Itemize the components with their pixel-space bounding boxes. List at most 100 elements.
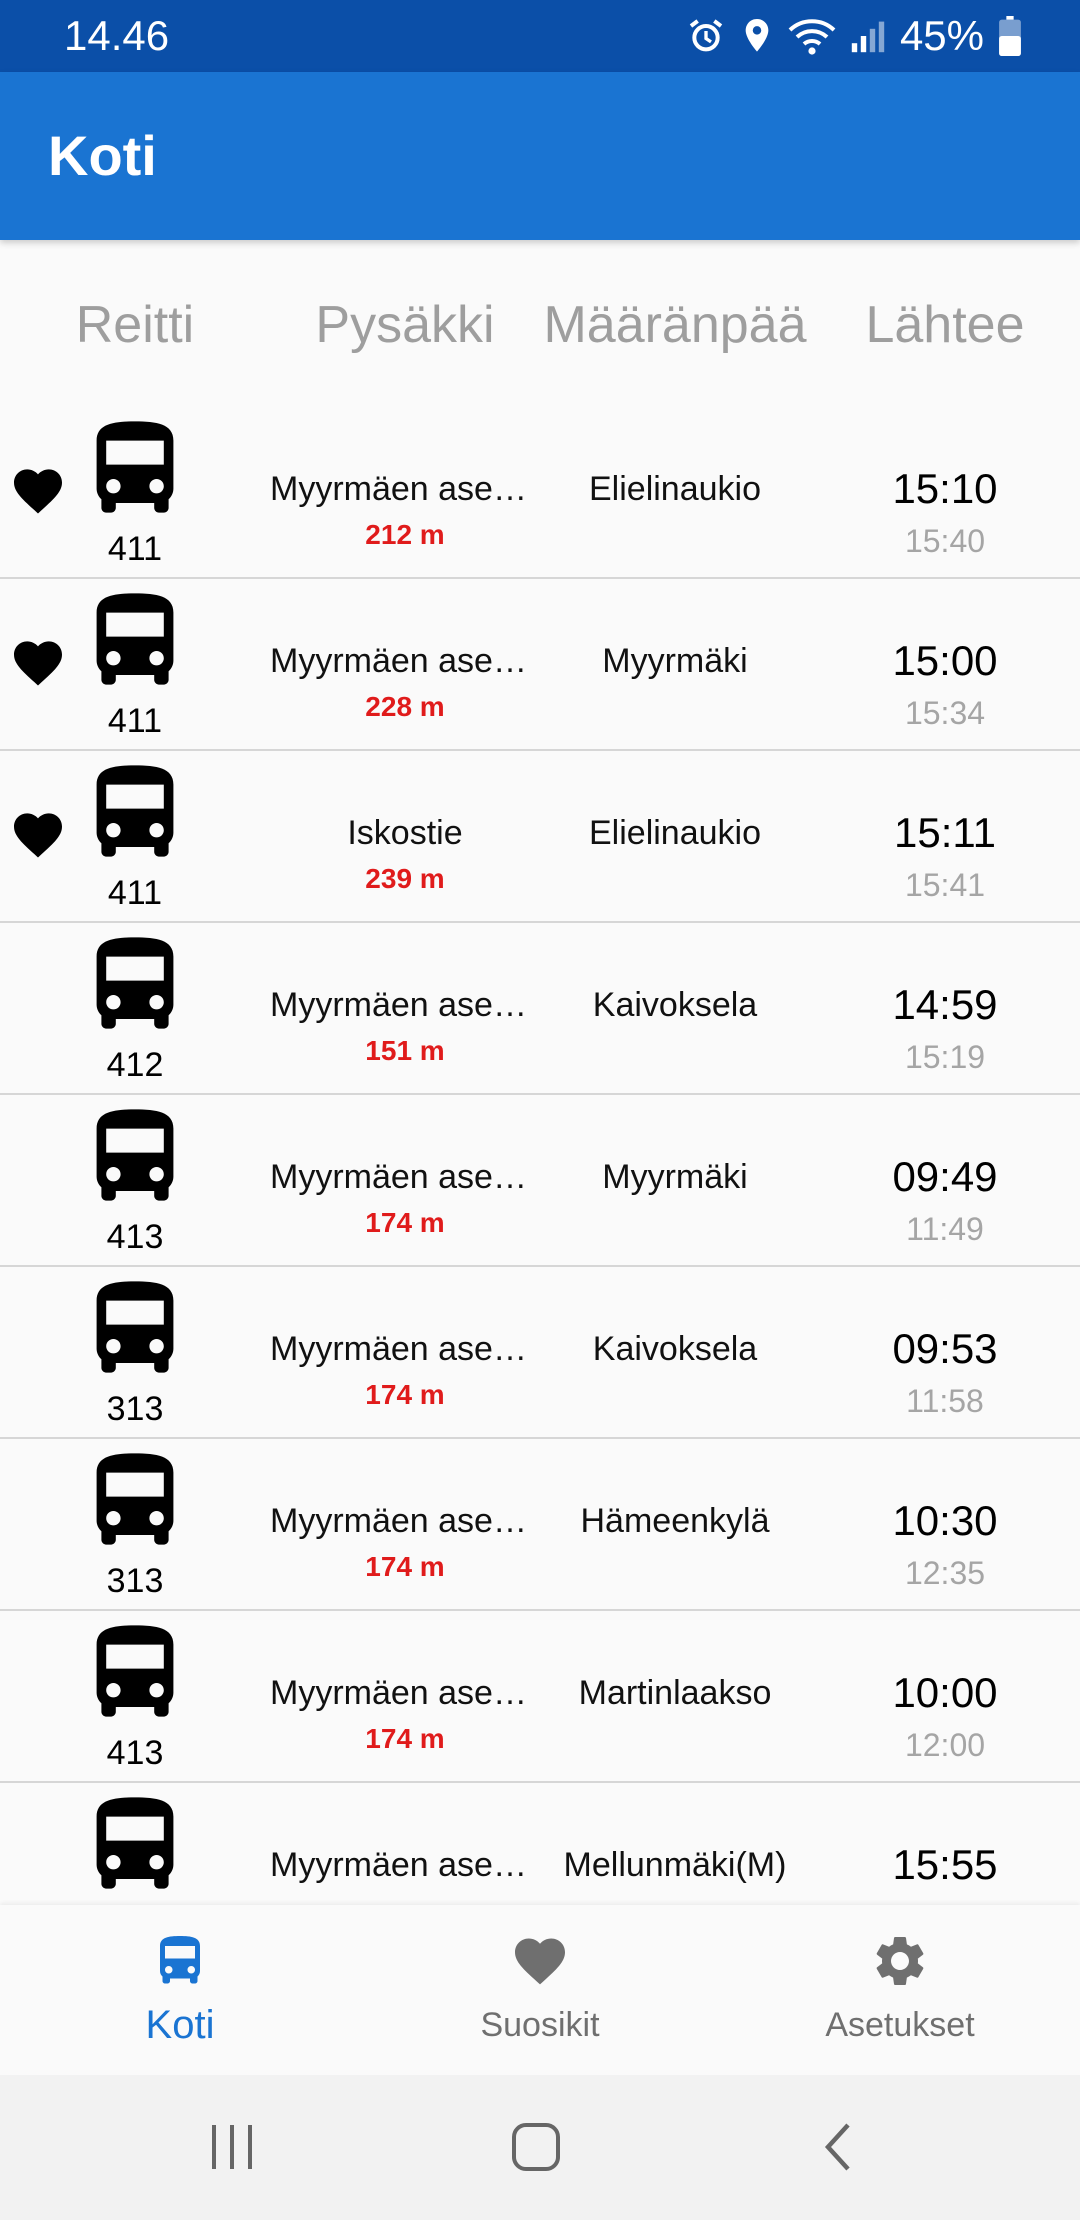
next-departure-time: 15:19 xyxy=(904,1039,986,1075)
stop-name: Myyrmäen asema xyxy=(270,642,540,680)
departure-row[interactable]: 412 Myyrmäen asema 151 m Kaivoksela 14:59 15:… xyxy=(0,923,1080,1095)
departure-row[interactable]: 411 Iskostie 239 m Elielinaukio 15:11 15:41 xyxy=(0,751,1080,923)
stop-name: Myyrmäen asema xyxy=(270,1158,540,1196)
stop-distance: 228 m xyxy=(365,691,445,722)
stop-name: Iskostie xyxy=(347,814,463,852)
bus-icon xyxy=(96,1109,174,1201)
stop-distance: 151 m xyxy=(365,1035,445,1066)
departure-time: 15:10 xyxy=(892,465,998,512)
bus-icon xyxy=(96,421,174,513)
nav-label-asetukset: Asetukset xyxy=(825,2006,975,2044)
stop-name: Myyrmäen asema xyxy=(270,1502,540,1540)
next-departure-time: 12:35 xyxy=(904,1555,986,1591)
departure-row[interactable]: 313 Myyrmäen asema 174 m Hämeenkylä 10:30 12:… xyxy=(0,1439,1080,1611)
stop-name: Myyrmäen asema xyxy=(270,986,540,1024)
destination: Myyrmäki xyxy=(602,1158,748,1196)
next-departure-time: 15:40 xyxy=(904,523,986,559)
column-header-departs: Lähtee xyxy=(865,296,1025,354)
bus-icon xyxy=(96,1453,174,1545)
nav-tab-koti[interactable]: Koti xyxy=(0,1905,360,2075)
bus-icon xyxy=(96,593,174,685)
departure-time: 15:11 xyxy=(894,809,996,856)
destination: Elielinaukio xyxy=(589,470,761,508)
departure-time: 10:30 xyxy=(892,1497,998,1544)
destination: Myyrmäki xyxy=(602,642,748,680)
destination: Mellunmäki(M) xyxy=(563,1846,787,1884)
next-departure-time: 11:58 xyxy=(906,1383,984,1419)
battery-icon xyxy=(999,16,1021,56)
recents-icon[interactable] xyxy=(208,2121,258,2173)
departure-row[interactable]: 411 Myyrmäen asema 228 m Myyrmäki 15:00 15:34 xyxy=(0,579,1080,751)
departure-row[interactable]: Myyrmäen asema Mellunmäki(M) 15:55 xyxy=(0,1783,1080,1905)
departure-row[interactable]: 413 Myyrmäen asema 174 m Martinlaakso 10:00 1… xyxy=(0,1611,1080,1783)
departure-time: 09:53 xyxy=(892,1325,998,1372)
stop-name: Myyrmäen asema xyxy=(270,470,540,508)
nav-label-suosikit: Suosikit xyxy=(480,2006,600,2044)
stop-distance: 174 m xyxy=(365,1207,445,1238)
heart-icon xyxy=(515,1938,565,1985)
home-icon[interactable] xyxy=(510,2121,562,2173)
stop-distance: 212 m xyxy=(365,519,445,550)
destination: Kaivoksela xyxy=(592,1330,758,1368)
route-number: 313 xyxy=(106,1390,164,1428)
status-icons: 45% xyxy=(686,8,1022,64)
system-navigation-bar xyxy=(0,2075,1080,2220)
nav-label-koti: Koti xyxy=(145,2003,215,2047)
next-departure-time: 15:41 xyxy=(904,867,986,903)
bus-icon xyxy=(96,1625,174,1717)
status-time: 14.46 xyxy=(64,12,170,59)
stop-distance: 174 m xyxy=(365,1379,445,1410)
stop-distance: 239 m xyxy=(365,863,445,894)
next-departure-time: 12:00 xyxy=(904,1727,986,1763)
stop-name: Myyrmäen asema xyxy=(270,1330,540,1368)
destination: Kaivoksela xyxy=(592,986,758,1024)
stop-name: Myyrmäen asema xyxy=(270,1846,540,1884)
stop-distance: 174 m xyxy=(365,1551,445,1582)
app-bar: Koti xyxy=(0,72,1080,240)
next-departure-time: 11:49 xyxy=(906,1211,984,1247)
bus-icon xyxy=(96,937,174,1029)
column-headers: Reitti Pysäkki Määränpää Lähtee xyxy=(0,290,1080,360)
column-header-route: Reitti xyxy=(75,296,195,354)
heart-icon[interactable] xyxy=(12,639,64,687)
departure-row[interactable]: 313 Myyrmäen asema 174 m Kaivoksela 09:53 11:… xyxy=(0,1267,1080,1439)
departure-time: 15:00 xyxy=(892,637,998,684)
bus-icon xyxy=(96,1281,174,1373)
route-number: 411 xyxy=(107,530,163,568)
nav-tab-suosikit[interactable]: Suosikit xyxy=(360,1905,720,2075)
route-number: 412 xyxy=(106,1046,164,1084)
gear-icon xyxy=(876,1937,924,1985)
route-number: 313 xyxy=(106,1562,164,1600)
wifi-icon xyxy=(788,19,836,55)
bus-icon xyxy=(96,765,174,857)
back-icon[interactable] xyxy=(820,2121,856,2173)
next-departure-time: 15:34 xyxy=(904,695,986,731)
route-number: 413 xyxy=(106,1734,164,1772)
route-number: 411 xyxy=(107,702,163,740)
status-bar: 14.46 45% xyxy=(0,0,1080,72)
destination: Hämeenkylä xyxy=(580,1502,770,1540)
bottom-navigation: Koti Suosikit Asetukset xyxy=(0,1905,1080,2075)
departure-list[interactable]: 411 Myyrmäen asema 212 m Elielinaukio 15:10 1… xyxy=(0,407,1080,1905)
heart-icon[interactable] xyxy=(12,467,64,515)
destination: Martinlaakso xyxy=(578,1674,772,1712)
departure-time: 14:59 xyxy=(892,981,998,1028)
bus-icon xyxy=(96,1797,174,1889)
route-number: 411 xyxy=(107,874,163,912)
departure-time: 15:55 xyxy=(892,1841,998,1888)
location-icon xyxy=(745,19,769,52)
departure-row[interactable]: 413 Myyrmäen asema 174 m Myyrmäki 09:49 11:49 xyxy=(0,1095,1080,1267)
stop-name: Myyrmäen asema xyxy=(270,1674,540,1712)
battery-percent: 45% xyxy=(899,12,984,59)
stop-distance: 174 m xyxy=(365,1723,445,1754)
destination: Elielinaukio xyxy=(589,814,761,852)
column-header-stop: Pysäkki xyxy=(315,296,495,354)
departure-row[interactable]: 411 Myyrmäen asema 212 m Elielinaukio 15:10 1… xyxy=(0,407,1080,579)
column-header-destination: Määränpää xyxy=(543,296,807,354)
page-title: Koti xyxy=(48,124,157,187)
nav-tab-asetukset[interactable]: Asetukset xyxy=(720,1905,1080,2075)
departure-time: 10:00 xyxy=(892,1669,998,1716)
bus-icon xyxy=(160,1936,200,1984)
heart-icon[interactable] xyxy=(12,811,64,859)
departure-time: 09:49 xyxy=(892,1153,998,1200)
